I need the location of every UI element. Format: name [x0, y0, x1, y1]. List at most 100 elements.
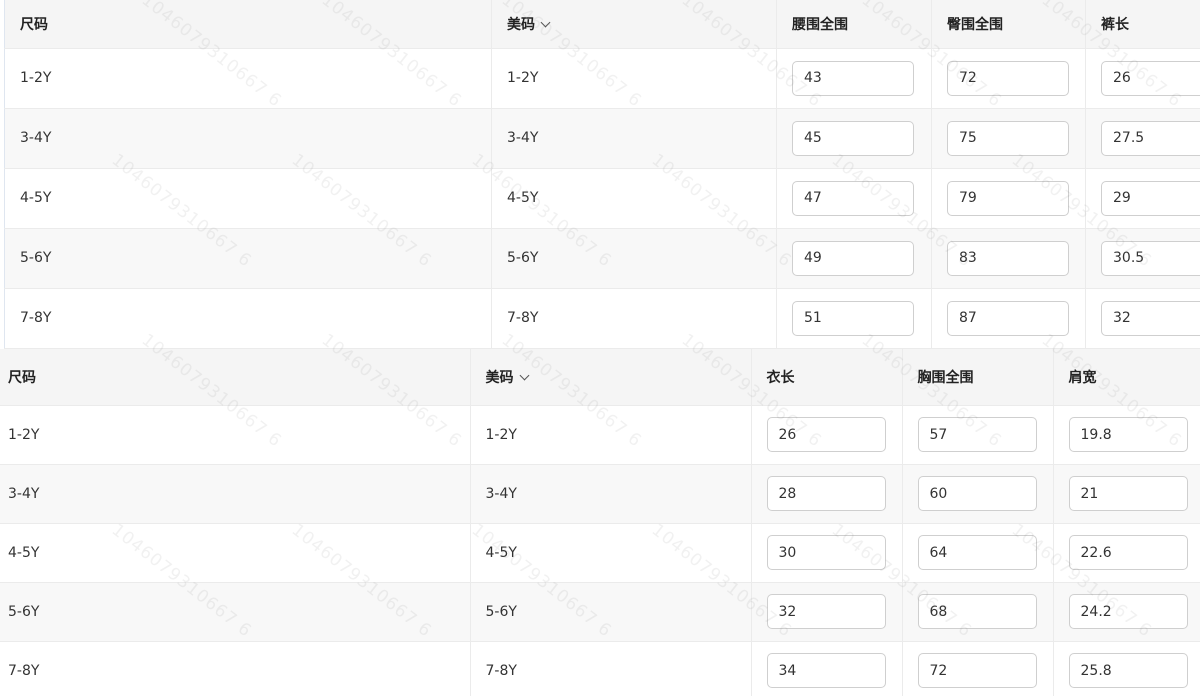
top-length-input[interactable] — [766, 535, 886, 570]
pants-length-input[interactable] — [1101, 180, 1200, 216]
header-us-size[interactable]: 美码 — [491, 0, 777, 49]
header-size: 尺码 — [0, 349, 471, 406]
size-cell: 1-2Y — [4, 48, 492, 109]
top-length-cell — [751, 405, 903, 465]
top-length-input[interactable] — [766, 417, 886, 452]
hip-input[interactable] — [947, 180, 1069, 216]
table-row: 1-2Y 1-2Y — [4, 48, 1200, 109]
size-cell: 3-4Y — [0, 464, 471, 524]
us-size-cell: 3-4Y — [470, 464, 752, 524]
chest-input[interactable] — [917, 417, 1037, 452]
shoulder-cell — [1053, 464, 1200, 524]
hip-input[interactable] — [947, 240, 1069, 276]
chest-input[interactable] — [917, 476, 1037, 511]
top-length-input[interactable] — [766, 653, 886, 688]
table-row: 3-4Y 3-4Y — [4, 108, 1200, 169]
table-header-row: 尺码 美码 衣长 胸围全围 肩宽 — [0, 349, 1200, 406]
size-cell: 4-5Y — [0, 523, 471, 583]
us-size-cell: 7-8Y — [470, 641, 752, 696]
hip-cell — [931, 48, 1086, 109]
tops-size-table: 尺码 美码 衣长 胸围全围 肩宽 1-2Y 1-2Y 3-4Y 3-4Y 4-5… — [0, 349, 1200, 696]
top-length-input[interactable] — [766, 476, 886, 511]
hip-cell — [931, 168, 1086, 229]
waist-input[interactable] — [792, 120, 914, 156]
shoulder-input[interactable] — [1068, 653, 1188, 688]
us-size-cell: 7-8Y — [491, 288, 777, 349]
shoulder-input[interactable] — [1068, 476, 1188, 511]
pants-length-input[interactable] — [1101, 300, 1200, 336]
pants-length-cell — [1085, 48, 1200, 109]
pants-length-cell — [1085, 228, 1200, 289]
hip-cell — [931, 228, 1086, 289]
shoulder-input[interactable] — [1068, 417, 1188, 452]
header-chest: 胸围全围 — [902, 349, 1054, 406]
size-cell: 7-8Y — [4, 288, 492, 349]
size-cell: 3-4Y — [4, 108, 492, 169]
us-size-cell: 3-4Y — [491, 108, 777, 169]
size-cell: 5-6Y — [0, 582, 471, 642]
shoulder-cell — [1053, 523, 1200, 583]
chevron-down-icon[interactable] — [540, 17, 551, 28]
chevron-down-icon[interactable] — [519, 370, 529, 381]
waist-input[interactable] — [792, 240, 914, 276]
header-size: 尺码 — [4, 0, 492, 49]
pants-length-input[interactable] — [1101, 60, 1200, 96]
shoulder-cell — [1053, 582, 1200, 642]
shoulder-input[interactable] — [1068, 535, 1188, 570]
table-row: 4-5Y 4-5Y — [4, 168, 1200, 229]
waist-cell — [776, 288, 932, 349]
shoulder-input[interactable] — [1068, 594, 1188, 629]
pants-length-input[interactable] — [1101, 120, 1200, 156]
chest-input[interactable] — [917, 535, 1037, 570]
size-cell: 4-5Y — [4, 168, 492, 229]
header-waist: 腰围全围 — [776, 0, 932, 49]
hip-input[interactable] — [947, 120, 1069, 156]
shoulder-cell — [1053, 641, 1200, 696]
hip-cell — [931, 108, 1086, 169]
chest-cell — [902, 523, 1054, 583]
waist-input[interactable] — [792, 60, 914, 96]
us-size-cell: 1-2Y — [491, 48, 777, 109]
top-length-input[interactable] — [766, 594, 886, 629]
table-row: 4-5Y 4-5Y — [0, 523, 1200, 583]
waist-input[interactable] — [792, 300, 914, 336]
shoulder-cell — [1053, 405, 1200, 465]
table-row: 1-2Y 1-2Y — [0, 405, 1200, 465]
waist-input[interactable] — [792, 180, 914, 216]
chest-cell — [902, 464, 1054, 524]
pants-length-cell — [1085, 168, 1200, 229]
hip-cell — [931, 288, 1086, 349]
chest-input[interactable] — [917, 653, 1037, 688]
header-shoulder: 肩宽 — [1053, 349, 1200, 406]
chest-input[interactable] — [917, 594, 1037, 629]
table-row: 7-8Y 7-8Y — [4, 288, 1200, 349]
table-row: 3-4Y 3-4Y — [0, 464, 1200, 524]
chest-cell — [902, 582, 1054, 642]
waist-cell — [776, 48, 932, 109]
chest-cell — [902, 641, 1054, 696]
us-size-cell: 5-6Y — [470, 582, 752, 642]
pants-length-cell — [1085, 288, 1200, 349]
bottoms-size-table: 尺码 美码 腰围全围 臀围全围 裤长 1-2Y 1-2Y 3-4Y 3-4Y 4… — [4, 0, 1200, 349]
header-pants-length: 裤长 — [1085, 0, 1200, 49]
chest-cell — [902, 405, 1054, 465]
header-us-size[interactable]: 美码 — [470, 349, 752, 406]
us-size-cell: 4-5Y — [470, 523, 752, 583]
size-cell: 1-2Y — [0, 405, 471, 465]
waist-cell — [776, 228, 932, 289]
hip-input[interactable] — [947, 300, 1069, 336]
hip-input[interactable] — [947, 60, 1069, 96]
size-cell: 7-8Y — [0, 641, 471, 696]
pants-length-input[interactable] — [1101, 240, 1200, 276]
us-size-cell: 1-2Y — [470, 405, 752, 465]
waist-cell — [776, 108, 932, 169]
us-size-cell: 5-6Y — [491, 228, 777, 289]
top-length-cell — [751, 523, 903, 583]
top-length-cell — [751, 582, 903, 642]
header-hip: 臀围全围 — [931, 0, 1086, 49]
size-cell: 5-6Y — [4, 228, 492, 289]
table-row: 7-8Y 7-8Y — [0, 641, 1200, 696]
waist-cell — [776, 168, 932, 229]
top-length-cell — [751, 464, 903, 524]
table-row: 5-6Y 5-6Y — [0, 582, 1200, 642]
